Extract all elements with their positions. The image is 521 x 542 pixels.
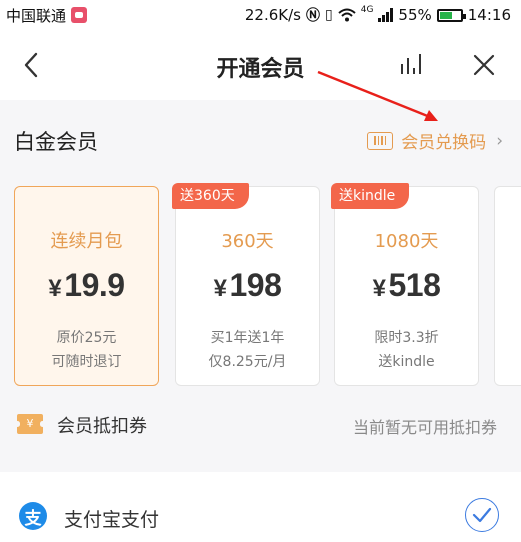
plan-card-1080-days[interactable]: 送kindle 1080天 ¥518 限时3.3折 送kindle: [331, 183, 479, 386]
plan-note-secondary: 送kindle: [378, 354, 435, 370]
ticket-icon: [367, 131, 394, 150]
stats-icon: [401, 54, 421, 74]
plan-note-secondary: 仅8.25元/月: [208, 354, 287, 370]
redeem-code-link[interactable]: 会员兑换码 ›: [367, 128, 503, 153]
plan-note-primary: 买1年送1年: [210, 330, 285, 346]
plan-price: ¥198: [176, 267, 319, 304]
stats-button[interactable]: [396, 50, 426, 80]
page-title: 开通会员: [216, 57, 305, 82]
battery-percent: 55%: [398, 6, 432, 24]
currency-symbol: ¥: [213, 275, 227, 302]
currency-symbol: ¥: [48, 275, 62, 302]
network-speed: 22.6K/s: [244, 6, 301, 24]
plan-note-primary: 限时3.3折: [374, 330, 439, 346]
vibrate-icon: ▯: [325, 7, 333, 23]
plan-price: ¥19.9: [15, 267, 158, 304]
payment-label: 支付宝支付: [64, 509, 160, 531]
close-button[interactable]: [469, 50, 499, 80]
coupon-row[interactable]: ¥ 会员抵扣券 当前暂无可用抵扣券: [0, 402, 521, 446]
nav-bar: 开通会员: [0, 30, 521, 100]
plan-name: 连续月包: [50, 231, 123, 252]
nfc-icon: Ⓝ: [306, 8, 320, 24]
redeem-code-label: 会员兑换码: [401, 133, 487, 153]
currency-symbol: ¥: [372, 275, 386, 302]
price-value: 19.9: [64, 267, 125, 303]
plan-card-360-days[interactable]: 送360天 360天 ¥198 买1年送1年 仅8.25元/月: [172, 183, 320, 386]
clock: 14:16: [467, 6, 511, 24]
payment-method-alipay[interactable]: 支 支付宝支付: [0, 472, 521, 542]
plan-card-partial[interactable]: [494, 186, 521, 386]
carrier-app-icon: [71, 7, 88, 23]
battery-icon: [436, 8, 466, 22]
plan-card-monthly[interactable]: 连续月包 ¥19.9 原价25元 可随时退订: [14, 186, 159, 386]
carrier-label: 中国联通: [6, 6, 67, 25]
price-value: 518: [388, 267, 441, 303]
plan-note-secondary: 可随时退订: [51, 354, 122, 370]
wifi-icon: [338, 8, 356, 22]
close-icon: [473, 54, 495, 76]
coupon-label: 会员抵扣券: [57, 416, 147, 437]
plan-price: ¥518: [335, 267, 478, 304]
plan-name: 1080天: [374, 231, 439, 252]
coupon-status: 当前暂无可用抵扣券: [352, 418, 497, 437]
chevron-right-icon: ›: [496, 130, 503, 151]
member-header: 白金会员 会员兑换码 ›: [0, 100, 521, 178]
checkmark-icon[interactable]: [465, 498, 499, 532]
plan-note-primary: 原价25元: [56, 330, 117, 346]
status-bar: 中国联通 22.6K/s Ⓝ ▯ 4G 55% 14:16: [0, 0, 521, 30]
member-type-label: 白金会员: [14, 130, 98, 154]
price-value: 198: [229, 267, 282, 303]
promo-badge: 送kindle: [331, 183, 410, 209]
signal-icon: [378, 8, 394, 22]
plan-name: 360天: [221, 231, 274, 252]
network-type-label: 4G: [360, 5, 374, 15]
alipay-icon: 支: [19, 502, 47, 530]
promo-badge: 送360天: [172, 183, 249, 209]
coupon-icon: ¥: [15, 414, 45, 434]
